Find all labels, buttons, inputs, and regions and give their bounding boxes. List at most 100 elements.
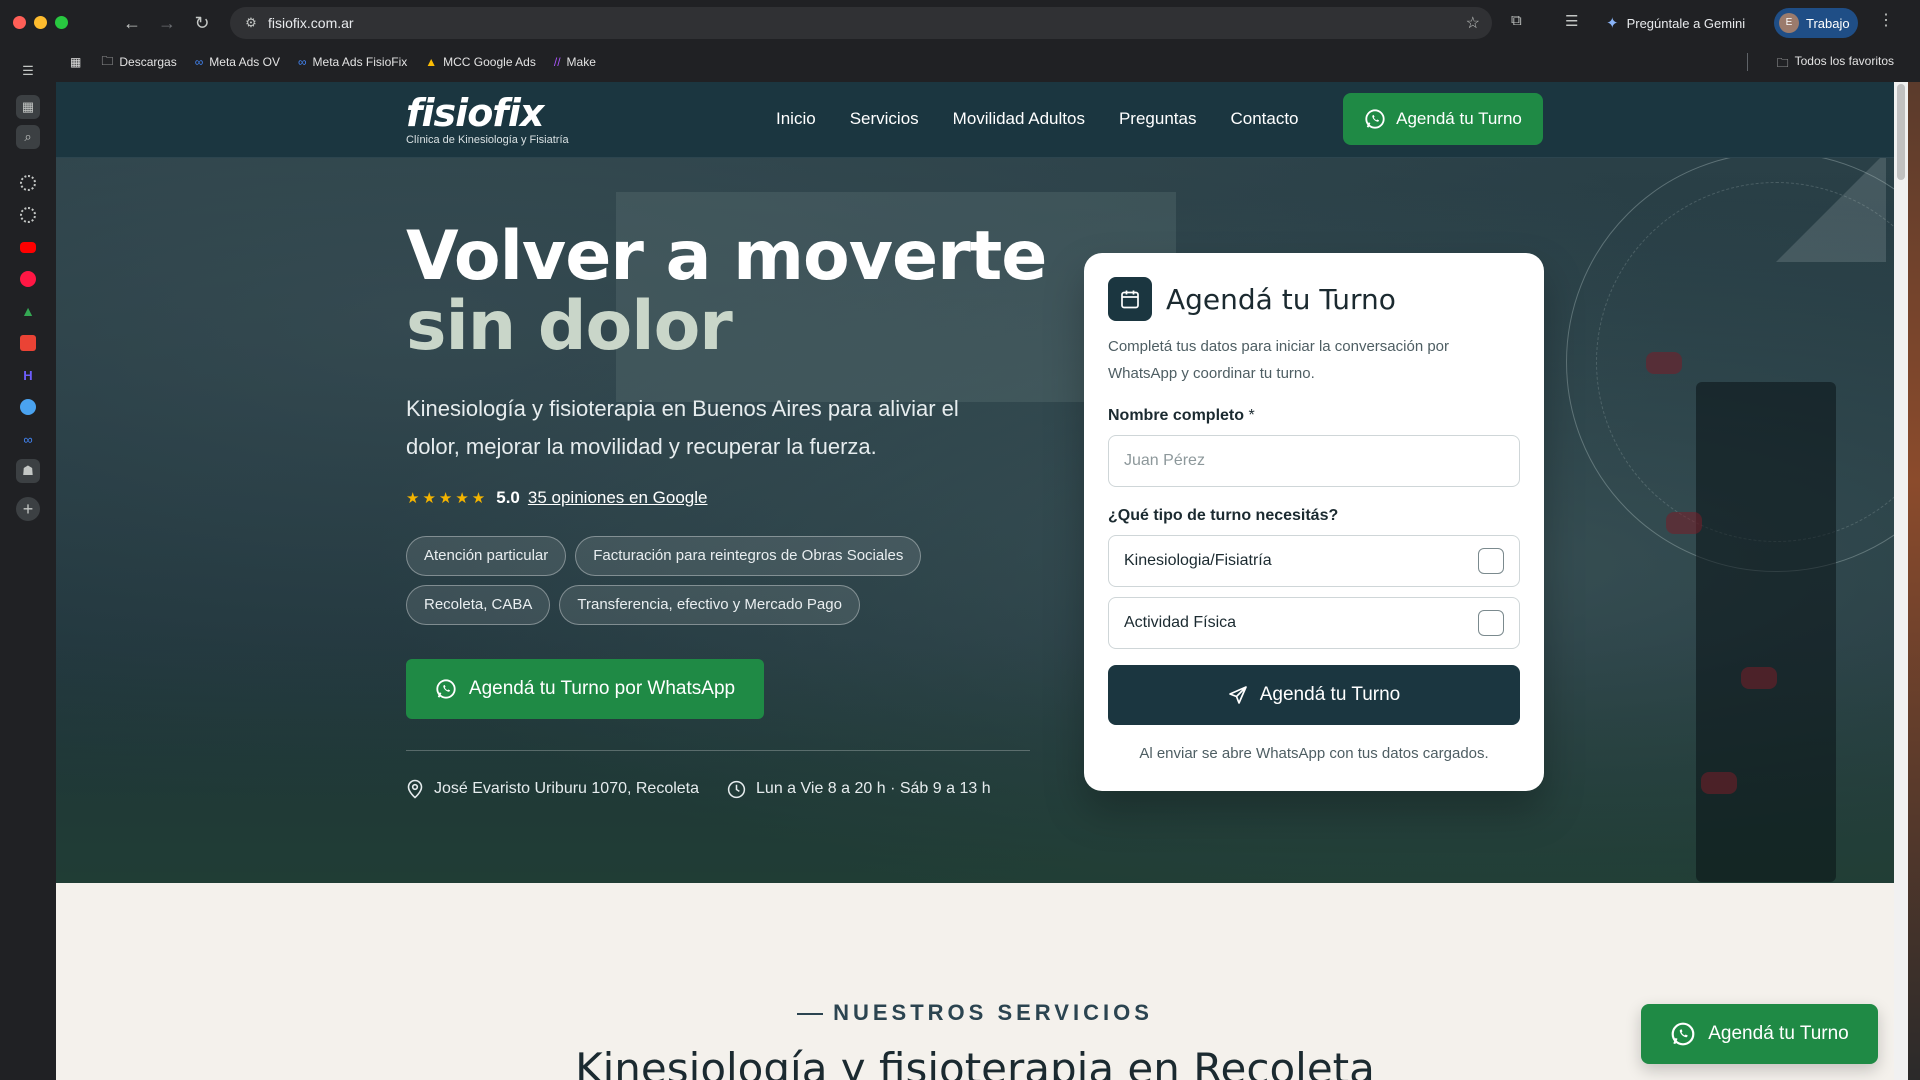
name-label: Nombre completo * — [1108, 407, 1520, 425]
gemini-label: Pregúntale a Gemini — [1626, 15, 1746, 31]
add-icon[interactable]: + — [16, 497, 40, 521]
calendar-icon[interactable] — [16, 331, 40, 355]
bookmark-make[interactable]: // Make — [554, 55, 596, 69]
apps-grid-icon[interactable]: ▦ — [70, 55, 81, 69]
send-icon — [1228, 686, 1247, 704]
forward-icon[interactable]: → — [155, 11, 179, 35]
bookmarks-separator — [1747, 53, 1748, 71]
nav-movilidad-adultos[interactable]: Movilidad Adultos — [953, 109, 1085, 129]
maximize-window-button[interactable] — [55, 16, 68, 29]
clock-icon — [727, 780, 746, 798]
whatsapp-icon — [1365, 109, 1385, 129]
decorative-triangle — [1776, 152, 1886, 262]
google-drive-icon[interactable]: ▲ — [16, 299, 40, 323]
youtube-icon[interactable] — [16, 235, 40, 259]
extensions-icon[interactable]: ⧉ — [1511, 12, 1522, 29]
form-header: Agendá tu Turno — [1108, 277, 1520, 321]
services-kicker: NUESTROS SERVICIOS — [56, 1000, 1894, 1026]
reviews-link[interactable]: 35 opiniones en Google — [528, 488, 708, 508]
more-menu-icon[interactable]: ⋮ — [1878, 10, 1894, 30]
feature-chips: Atención particular Facturación para rei… — [406, 536, 1026, 625]
nav-servicios[interactable]: Servicios — [850, 109, 919, 129]
option-label: Actividad Física — [1124, 614, 1237, 631]
back-icon[interactable]: ← — [120, 11, 144, 35]
loading-tab-icon[interactable] — [16, 171, 40, 195]
meta-icon: ∞ — [297, 55, 307, 69]
hours-item: Lun a Vie 8 a 20 h · Sáb 9 a 13 h — [727, 779, 991, 799]
make-icon[interactable]: H — [16, 363, 40, 387]
option-actividad-fisica[interactable]: Actividad Física — [1108, 597, 1520, 649]
whatsapp-icon — [436, 679, 456, 699]
browser-toolbar: ← → ↻ ⚙ fisiofix.com.ar ☆ ⧉ ☰ ✦ Pregúnta… — [0, 0, 1920, 45]
whatsapp-cta-button[interactable]: Agendá tu Turno por WhatsApp — [406, 659, 764, 719]
gemini-button[interactable]: ✦ Pregúntale a Gemini — [1606, 8, 1745, 38]
bookmark-meta-ads-fisiofix[interactable]: ∞ Meta Ads FisioFix — [298, 55, 407, 69]
nav-inicio[interactable]: Inicio — [776, 109, 816, 129]
chip: Facturación para reintegros de Obras Soc… — [575, 536, 922, 576]
reload-icon[interactable]: ↻ — [190, 11, 214, 35]
nav-contacto[interactable]: Contacto — [1230, 109, 1298, 129]
kicker-dash — [797, 1013, 824, 1016]
name-input[interactable] — [1108, 435, 1520, 487]
make-icon: // — [553, 55, 561, 69]
floating-whatsapp-button[interactable]: Agendá tu Turno — [1641, 1004, 1878, 1064]
app-icon[interactable] — [16, 395, 40, 419]
side-panel: ☰ ▦ ⌕ ▲ H ∞ ☗ + — [0, 45, 56, 1080]
rating-score: 5.0 — [496, 488, 520, 507]
loading-tab-icon[interactable] — [16, 203, 40, 227]
all-bookmarks-button[interactable]: 🗀 Todos los favoritos — [1777, 54, 1894, 75]
booking-form-card: Agendá tu Turno Completá tus datos para … — [1084, 253, 1544, 791]
site-logo[interactable]: fisiofix Clínica de Kinesiología y Fisia… — [406, 92, 569, 146]
profile-button[interactable]: E Trabajo — [1774, 8, 1858, 38]
type-label: ¿Qué tipo de turno necesitás? — [1108, 507, 1339, 524]
services-title: Kinesiología y fisioterapia en Recoleta — [575, 1044, 1375, 1080]
reading-list-icon[interactable]: ☰ — [1565, 12, 1578, 30]
nav-cta-button[interactable]: Agendá tu Turno — [1343, 93, 1543, 145]
address-text: José Evaristo Uriburu 1070, Recoleta — [434, 780, 700, 797]
option-kinesiologia[interactable]: Kinesiologia/Fisiatría — [1108, 535, 1520, 587]
chip: Transferencia, efectivo y Mercado Pago — [559, 585, 860, 625]
site-settings-icon[interactable]: ⚙ — [236, 15, 266, 31]
minimize-window-button[interactable] — [34, 16, 47, 29]
dumbbell — [1741, 667, 1777, 689]
whatsapp-icon — [1671, 1022, 1695, 1046]
web-page: Volver a moverte sin dolor Kinesiología … — [56, 82, 1894, 1080]
gemini-spark-icon: ✦ — [1606, 15, 1619, 32]
bookmark-mcc-google-ads[interactable]: ▲ MCC Google Ads — [425, 55, 536, 69]
google-ads-icon: ▲ — [425, 55, 438, 69]
site-header: fisiofix Clínica de Kinesiología y Fisia… — [56, 82, 1894, 158]
bookmarks-bar: ▦ 🗀 Descargas ∞ Meta Ads OV ∞ Meta Ads Fisi… — [56, 45, 1920, 79]
tab-list-icon[interactable]: ☰ — [16, 59, 40, 83]
floating-cta-label: Agendá tu Turno — [1708, 1023, 1849, 1044]
tab-grid-icon[interactable]: ▦ — [16, 95, 40, 119]
option-checkbox[interactable] — [1478, 548, 1504, 574]
hero-divider — [406, 750, 1030, 751]
logo-name: fisiofix — [406, 91, 544, 135]
url-text: fisiofix.com.ar — [268, 15, 354, 31]
youtube-music-icon[interactable] — [16, 267, 40, 291]
bookmark-meta-ads-ov[interactable]: ∞ Meta Ads OV — [195, 55, 280, 69]
dumbbell — [1646, 352, 1682, 374]
bookmark-descargas[interactable]: 🗀 Descargas — [101, 52, 176, 73]
form-title: Agendá tu Turno — [1166, 282, 1396, 316]
meta-icon[interactable]: ∞ — [16, 427, 40, 451]
rating: ★★★★★ 5.0 35 opiniones en Google — [406, 488, 707, 508]
scrollbar-thumb[interactable] — [1897, 84, 1905, 180]
services-kicker-text: NUESTROS SERVICIOS — [833, 1000, 1153, 1025]
submit-button[interactable]: Agendá tu Turno — [1108, 665, 1520, 725]
bookmark-label: Meta Ads FisioFix — [312, 55, 408, 69]
logo-tagline: Clínica de Kinesiología y Fisiatría — [406, 134, 569, 146]
hero-info: José Evaristo Uriburu 1070, Recoleta Lun… — [406, 779, 991, 799]
page-scrollbar[interactable] — [1894, 82, 1908, 1080]
all-bookmarks-label: Todos los favoritos — [1794, 54, 1894, 68]
address-bar[interactable]: ⚙ fisiofix.com.ar ☆ — [230, 7, 1492, 39]
nav-preguntas[interactable]: Preguntas — [1119, 109, 1197, 129]
whatsapp-cta-label: Agendá tu Turno por WhatsApp — [468, 678, 736, 699]
tab-search-icon[interactable]: ⌕ — [16, 125, 40, 149]
dumbbell — [1701, 772, 1737, 794]
bookmark-star-icon[interactable]: ☆ — [1466, 13, 1480, 33]
extension-icon[interactable]: ☗ — [16, 459, 40, 483]
option-checkbox[interactable] — [1478, 610, 1504, 636]
close-window-button[interactable] — [13, 16, 26, 29]
bookmark-label: Descargas — [119, 55, 177, 69]
